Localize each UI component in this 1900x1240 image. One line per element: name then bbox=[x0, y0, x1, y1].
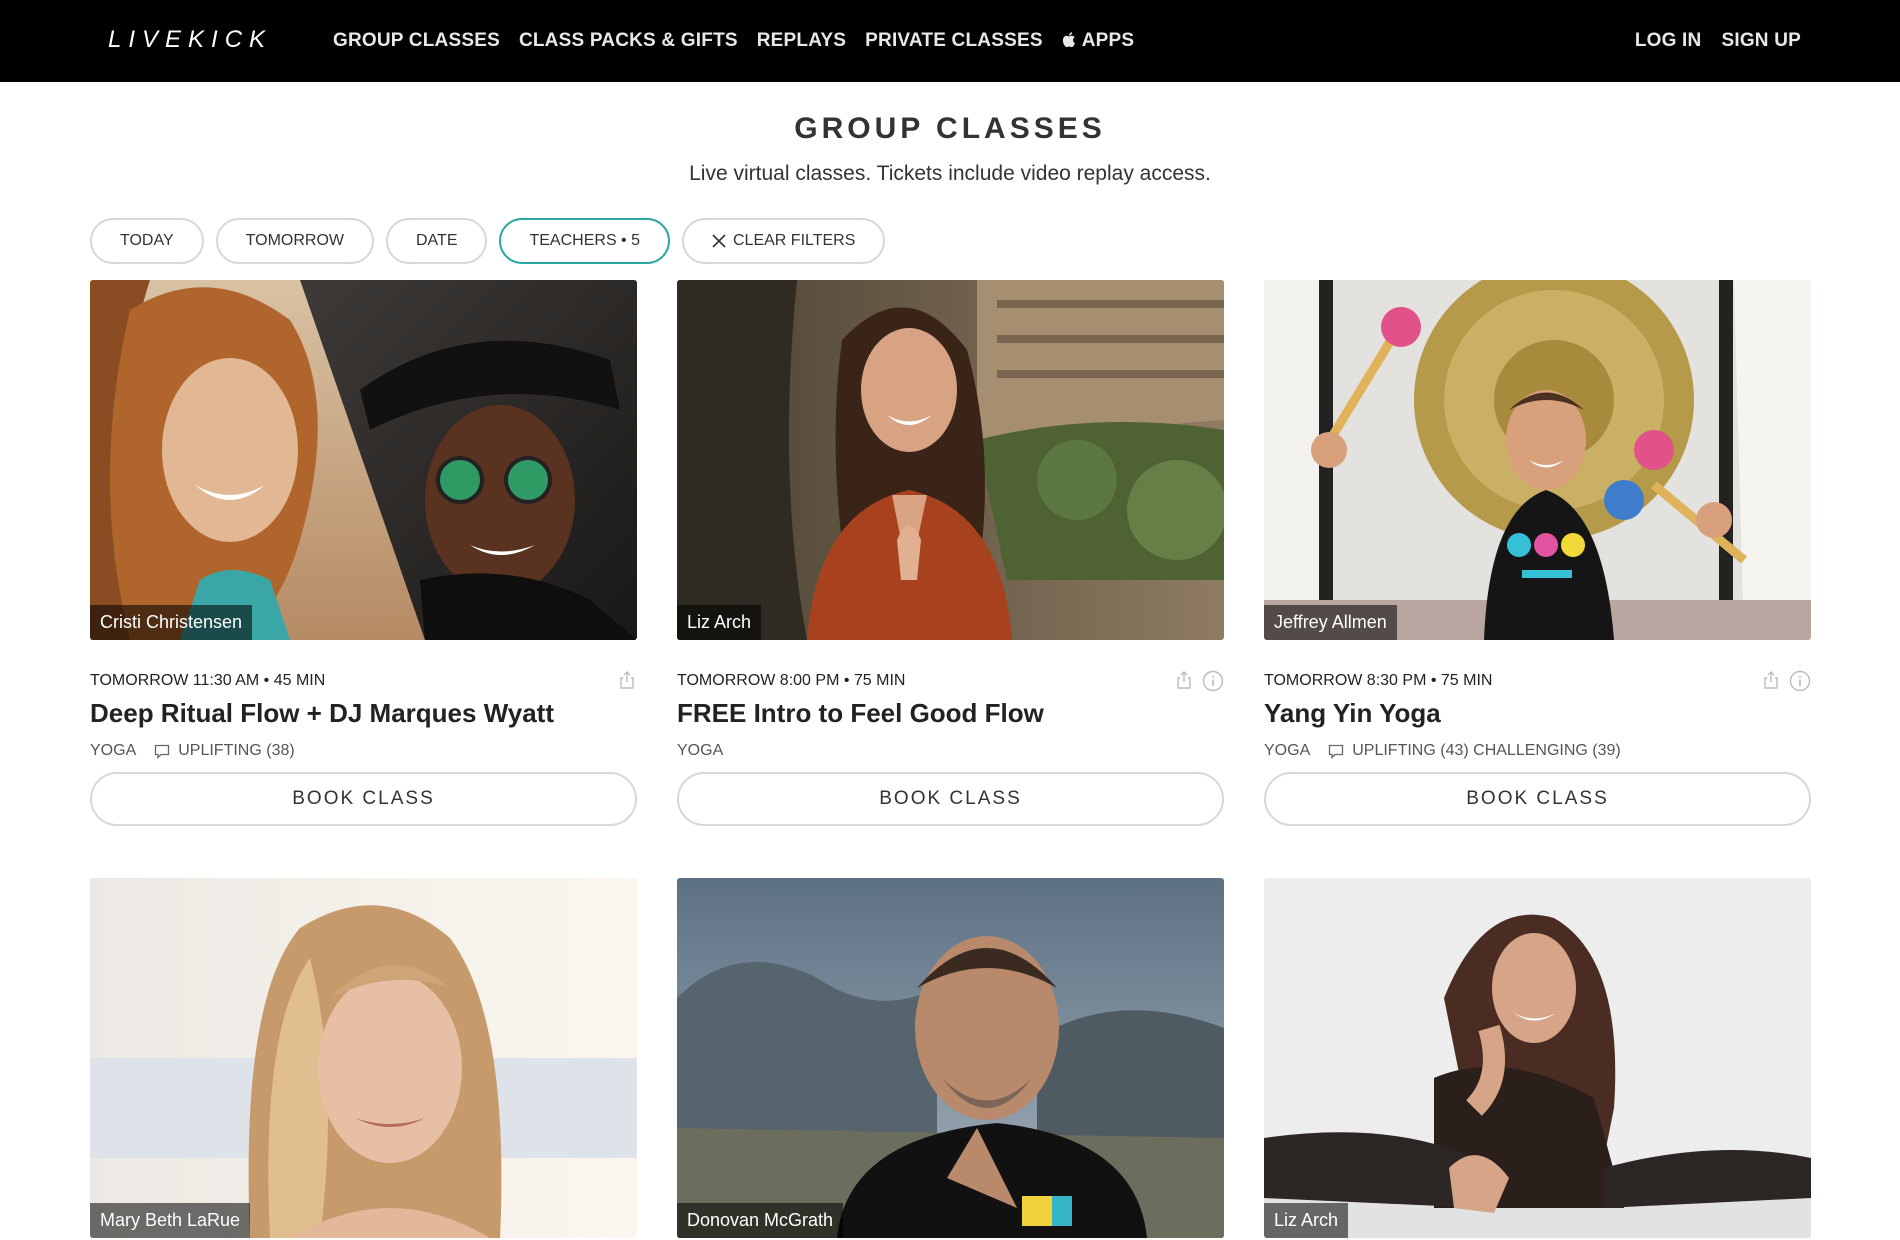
filter-date-button[interactable]: DATE bbox=[386, 218, 488, 264]
filter-today-button[interactable]: TODAY bbox=[90, 218, 204, 264]
share-icon[interactable] bbox=[1174, 670, 1194, 690]
book-class-button[interactable]: BOOK CLASS bbox=[677, 772, 1224, 826]
class-reviews[interactable]: UPLIFTING (43) CHALLENGING (39) bbox=[1352, 742, 1621, 760]
apple-icon bbox=[1062, 32, 1075, 48]
class-photo bbox=[90, 280, 637, 640]
teacher-name-tag: Jeffrey Allmen bbox=[1264, 605, 1397, 640]
teacher-name-tag: Donovan McGrath bbox=[677, 1203, 844, 1238]
book-class-button[interactable]: BOOK CLASS bbox=[1264, 772, 1811, 826]
share-icon[interactable] bbox=[617, 670, 637, 690]
class-card: Liz Arch TOMORROW 8:00 PM • 75 MIN FREE … bbox=[677, 280, 1224, 840]
teacher-name-tag: Mary Beth LaRue bbox=[90, 1203, 251, 1238]
nav-apps[interactable]: APPS bbox=[1062, 30, 1135, 52]
class-thumbnail[interactable]: Donovan McGrath bbox=[677, 878, 1224, 1238]
nav-group-classes[interactable]: GROUP CLASSES bbox=[333, 30, 500, 52]
class-title[interactable]: FREE Intro to Feel Good Flow bbox=[677, 698, 1044, 729]
nav-replays[interactable]: REPLAYS bbox=[757, 30, 846, 52]
teacher-name-tag: Liz Arch bbox=[1264, 1203, 1349, 1238]
nav-apps-label: APPS bbox=[1081, 30, 1135, 51]
info-icon[interactable] bbox=[1789, 670, 1811, 692]
share-icon[interactable] bbox=[1761, 670, 1781, 690]
page-title: GROUP CLASSES bbox=[794, 112, 1106, 145]
clear-filters-label: CLEAR FILTERS bbox=[733, 232, 856, 249]
class-title[interactable]: Yang Yin Yoga bbox=[1264, 698, 1441, 729]
card-actions bbox=[1166, 670, 1224, 692]
filter-teachers-button[interactable]: TEACHERS • 5 bbox=[499, 218, 670, 264]
class-time: TOMORROW 8:00 PM • 75 MIN bbox=[677, 672, 906, 689]
book-class-button[interactable]: BOOK CLASS bbox=[90, 772, 637, 826]
info-icon[interactable] bbox=[1202, 670, 1224, 692]
class-card: Jeffrey Allmen TOMORROW 8:30 PM • 75 MIN… bbox=[1264, 280, 1811, 840]
card-actions bbox=[1753, 670, 1811, 692]
class-photo bbox=[677, 878, 1224, 1238]
login-link[interactable]: LOG IN bbox=[1635, 30, 1702, 52]
signup-link[interactable]: SIGN UP bbox=[1721, 30, 1801, 52]
teacher-name-tag: Liz Arch bbox=[677, 605, 762, 640]
auth-nav: LOG IN SIGN UP bbox=[1615, 0, 1801, 82]
class-photo bbox=[1264, 280, 1811, 640]
class-card: Mary Beth LaRue bbox=[90, 878, 637, 1238]
class-photo bbox=[90, 878, 637, 1238]
class-card: Donovan McGrath bbox=[677, 878, 1224, 1238]
filter-bar: TODAY TOMORROW DATE TEACHERS • 5 CLEAR F… bbox=[90, 218, 897, 264]
class-tags: YOGA UPLIFTING (38) bbox=[90, 742, 295, 760]
class-thumbnail[interactable]: Cristi Christensen bbox=[90, 280, 637, 640]
class-title[interactable]: Deep Ritual Flow + DJ Marques Wyatt bbox=[90, 698, 554, 729]
teacher-name-tag: Cristi Christensen bbox=[90, 605, 253, 640]
clear-filters-button[interactable]: CLEAR FILTERS bbox=[682, 218, 886, 264]
class-category: YOGA bbox=[677, 742, 724, 759]
class-reviews[interactable]: UPLIFTING (38) bbox=[178, 742, 294, 760]
class-card: Cristi Christensen TOMORROW 11:30 AM • 4… bbox=[90, 280, 637, 840]
class-thumbnail[interactable]: Liz Arch bbox=[677, 280, 1224, 640]
class-tags: YOGA bbox=[677, 742, 723, 760]
livekick-logo[interactable]: LIVEKICK bbox=[108, 26, 272, 54]
card-actions bbox=[609, 670, 637, 690]
class-photo bbox=[1264, 878, 1811, 1238]
class-time: TOMORROW 8:30 PM • 75 MIN bbox=[1264, 672, 1493, 689]
class-tags: YOGA UPLIFTING (43) CHALLENGING (39) bbox=[1264, 742, 1621, 760]
main-nav: GROUP CLASSES CLASS PACKS & GIFTS REPLAY… bbox=[333, 0, 1153, 82]
filter-tomorrow-button[interactable]: TOMORROW bbox=[215, 218, 374, 264]
class-card: Liz Arch bbox=[1264, 878, 1811, 1238]
class-thumbnail[interactable]: Mary Beth LaRue bbox=[90, 878, 637, 1238]
comment-icon bbox=[1329, 744, 1344, 759]
nav-private-classes[interactable]: PRIVATE CLASSES bbox=[865, 30, 1043, 52]
page-subtitle: Live virtual classes. Tickets include vi… bbox=[689, 162, 1211, 185]
class-thumbnail[interactable]: Jeffrey Allmen bbox=[1264, 280, 1811, 640]
top-nav: LIVEKICK GROUP CLASSES CLASS PACKS & GIF… bbox=[0, 0, 1900, 82]
class-time: TOMORROW 11:30 AM • 45 MIN bbox=[90, 672, 326, 689]
class-thumbnail[interactable]: Liz Arch bbox=[1264, 878, 1811, 1238]
nav-class-packs-gifts[interactable]: CLASS PACKS & GIFTS bbox=[519, 30, 738, 52]
close-icon bbox=[712, 234, 726, 248]
class-photo bbox=[677, 280, 1224, 640]
comment-icon bbox=[155, 744, 170, 759]
class-category: YOGA bbox=[90, 742, 137, 759]
class-category: YOGA bbox=[1264, 742, 1311, 759]
